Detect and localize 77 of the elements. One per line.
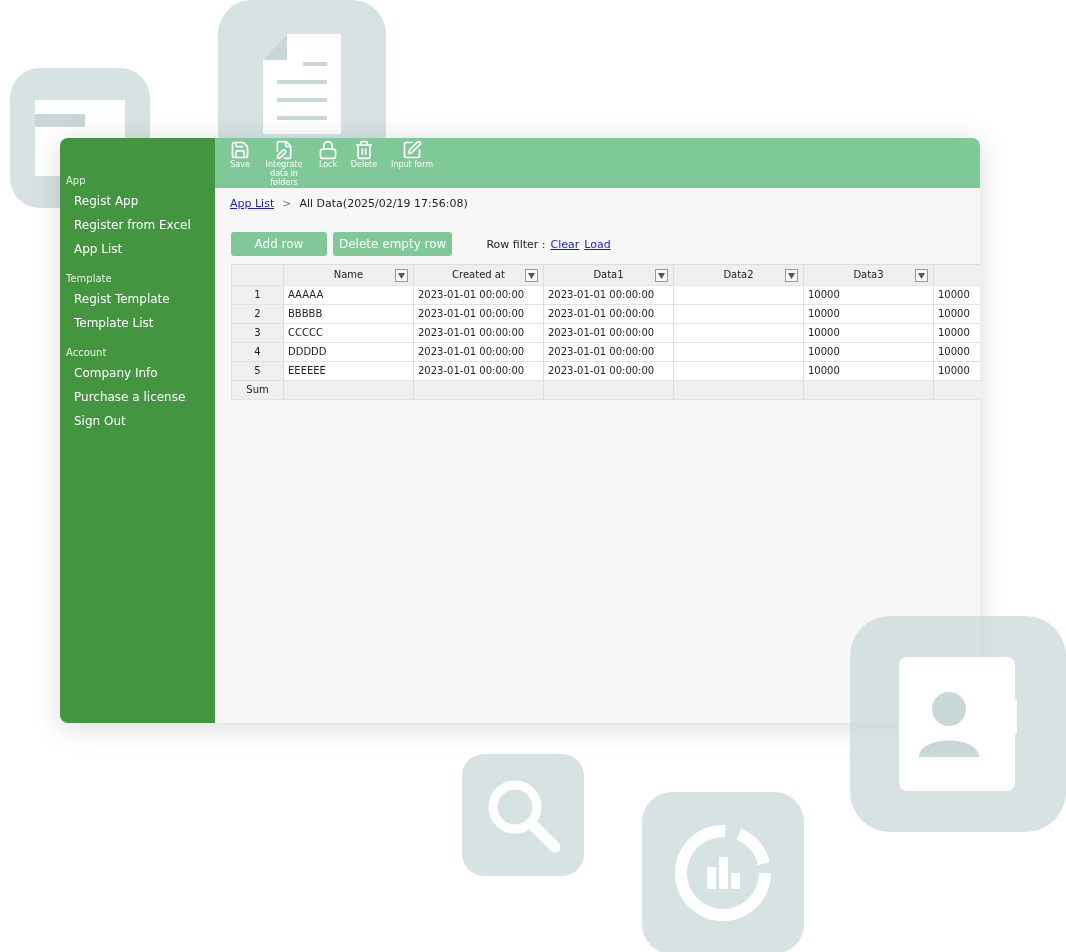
row-number-cell: 1 bbox=[232, 286, 284, 305]
sidebar-item[interactable]: Regist App bbox=[60, 189, 215, 213]
action-button[interactable]: Delete empty row bbox=[333, 232, 453, 256]
caret-icon bbox=[528, 272, 535, 279]
row-number-cell: 4 bbox=[232, 343, 284, 362]
table-cell: 2023-01-01 00:00:00 bbox=[544, 286, 674, 305]
toolbar-button[interactable]: Input form bbox=[385, 140, 439, 170]
caret-icon bbox=[398, 272, 405, 279]
sidebar-item[interactable]: App List bbox=[60, 237, 215, 261]
action-button[interactable]: Add row bbox=[231, 232, 327, 256]
toolbar-button[interactable]: Integrate data in folders bbox=[261, 140, 307, 188]
column-header: Data3 bbox=[804, 265, 934, 286]
filter-dropdown-button[interactable] bbox=[915, 269, 928, 282]
toolbar-button[interactable]: Save bbox=[225, 140, 255, 170]
table-cell: 2023-01-01 00:00:00 bbox=[544, 305, 674, 324]
donut-chart-icon bbox=[673, 823, 773, 923]
toolbar-button[interactable]: Delete bbox=[349, 140, 379, 170]
contact-card-icon bbox=[899, 657, 1017, 791]
table-cell: 10000 bbox=[934, 324, 980, 343]
table-cell: 10000 bbox=[934, 286, 980, 305]
table-cell: 10000 bbox=[804, 305, 934, 324]
sidebar-item[interactable]: Register from Excel bbox=[60, 213, 215, 237]
table-cell: AAAAA bbox=[284, 286, 414, 305]
caret-icon bbox=[918, 272, 925, 279]
sidebar-section-heading: Template bbox=[65, 273, 113, 286]
row-number-cell: 2 bbox=[232, 305, 284, 324]
table-cell: CCCCC bbox=[284, 324, 414, 343]
row-filter-link[interactable]: Clear bbox=[550, 237, 580, 251]
table-cell: 2023-01-01 00:00:00 bbox=[414, 324, 544, 343]
filter-dropdown-button[interactable] bbox=[655, 269, 668, 282]
sidebar-item[interactable]: Template List bbox=[60, 311, 215, 335]
sidebar-item[interactable]: Company Info bbox=[60, 361, 215, 385]
table-cell: 10000 bbox=[804, 324, 934, 343]
breadcrumb-separator: > bbox=[282, 197, 292, 210]
table-cell: 2023-01-01 00:00:00 bbox=[414, 305, 544, 324]
filter-dropdown-button[interactable] bbox=[395, 269, 408, 282]
table-cell: 10000 bbox=[804, 343, 934, 362]
column-header: Data1 bbox=[544, 265, 674, 286]
table-cell: 10000 bbox=[934, 362, 980, 381]
pencil-document-icon bbox=[274, 140, 294, 160]
filter-dropdown-button[interactable] bbox=[525, 269, 538, 282]
row-filter-link[interactable]: Load bbox=[584, 237, 611, 251]
sidebar-item[interactable]: Sign Out bbox=[60, 409, 215, 433]
column-header: Data2 bbox=[674, 265, 804, 286]
table-cell: 10000 bbox=[804, 362, 934, 381]
column-header: Name bbox=[284, 265, 414, 286]
column-header: Created at bbox=[414, 265, 544, 286]
sidebar-section-heading: App bbox=[65, 175, 87, 188]
toolbar-button[interactable]: Lock bbox=[313, 140, 343, 170]
sidebar-item[interactable]: Regist Template bbox=[60, 287, 215, 311]
table-cell: EEEEEE bbox=[284, 362, 414, 381]
row-filter-label: Row filter : bbox=[486, 237, 546, 251]
row-number-cell: 3 bbox=[232, 324, 284, 343]
pencil-square-icon bbox=[402, 140, 422, 160]
caret-icon bbox=[788, 272, 795, 279]
table-cell: 10000 bbox=[804, 286, 934, 305]
caret-icon bbox=[658, 272, 665, 279]
table-cell: BBBBB bbox=[284, 305, 414, 324]
breadcrumb-current: All Data(2025/02/19 17:56:08) bbox=[299, 197, 468, 210]
table-cell: 2023-01-01 00:00:00 bbox=[414, 343, 544, 362]
filter-dropdown-button[interactable] bbox=[785, 269, 798, 282]
table-cell: 2023-01-01 00:00:00 bbox=[544, 343, 674, 362]
table-cell: 2023-01-01 00:00:00 bbox=[414, 362, 544, 381]
sidebar-section-heading: Account bbox=[65, 347, 108, 360]
breadcrumb-link[interactable]: App List bbox=[230, 197, 275, 210]
trash-icon bbox=[354, 140, 374, 160]
table-cell: 2023-01-01 00:00:00 bbox=[414, 286, 544, 305]
sum-label-cell: Sum bbox=[232, 381, 284, 400]
table-cell: 2023-01-01 00:00:00 bbox=[544, 362, 674, 381]
sidebar-item[interactable]: Purchase a license bbox=[60, 385, 215, 409]
table-cell: 10000 bbox=[934, 305, 980, 324]
row-number-cell: 5 bbox=[232, 362, 284, 381]
padlock-icon bbox=[318, 140, 338, 160]
table-cell: 10000 bbox=[934, 343, 980, 362]
table-cell: 2023-01-01 00:00:00 bbox=[544, 324, 674, 343]
table-cell: DDDDD bbox=[284, 343, 414, 362]
document-icon bbox=[263, 34, 341, 134]
